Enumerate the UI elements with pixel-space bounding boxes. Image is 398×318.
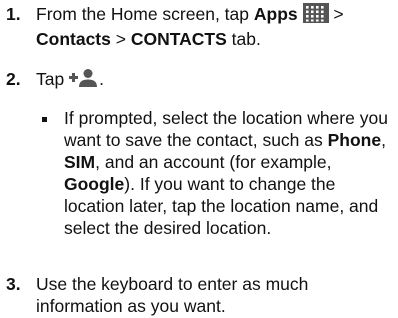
phone-label: Phone xyxy=(327,130,382,150)
apps-label: Apps xyxy=(253,4,298,25)
separator: > xyxy=(328,4,344,25)
bullet-marker xyxy=(42,117,47,122)
separator: > xyxy=(110,29,131,49)
step-text: Tap . xyxy=(36,68,394,92)
step-number: 3. xyxy=(6,274,21,294)
step-2-text-part: Tap xyxy=(36,69,70,89)
instructions-document: 1. From the Home screen, tap Apps > Cont… xyxy=(0,0,398,318)
bullet-text: If prompted, select the location where y… xyxy=(64,107,394,239)
bullet-text-part: , xyxy=(381,130,386,150)
contacts-tab-label: CONTACTS xyxy=(130,29,227,49)
step-1-text-part: From the Home screen, tap xyxy=(36,4,254,25)
step-text: From the Home screen, tap Apps > Contact… xyxy=(36,3,394,50)
contacts-label: Contacts xyxy=(36,29,111,49)
add-contact-icon xyxy=(69,68,99,92)
step-number: 1. xyxy=(6,4,21,24)
google-label: Google xyxy=(64,174,125,194)
step-text: Use the keyboard to enter as much inform… xyxy=(36,274,309,316)
apps-grid-icon xyxy=(302,3,329,28)
step-number: 2. xyxy=(6,69,21,89)
bullet-text-part: , and an account (for example, xyxy=(95,152,332,172)
sim-label: SIM xyxy=(64,152,96,172)
step-2-text-end: . xyxy=(99,69,104,89)
step-1-text-end: tab. xyxy=(226,29,261,49)
